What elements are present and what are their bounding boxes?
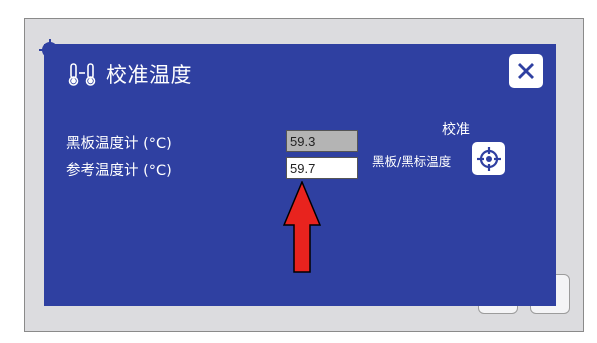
reference-thermometer-label: 参考温度计 (°C) bbox=[66, 163, 172, 179]
close-icon bbox=[518, 63, 534, 79]
crosshair-target-icon bbox=[476, 146, 501, 171]
blackpanel-temperature-value: 59.3 bbox=[286, 130, 358, 152]
calibrate-button[interactable] bbox=[472, 142, 505, 175]
thermometer-icon bbox=[68, 63, 96, 86]
calibration-heading: 校准 bbox=[442, 122, 470, 138]
close-button[interactable] bbox=[509, 54, 543, 88]
reference-temperature-input[interactable]: 59.7 bbox=[286, 157, 358, 179]
calibration-label: 黑板/黑标温度 bbox=[372, 154, 452, 169]
dialog-header: 校准温度 bbox=[66, 59, 192, 89]
red-up-arrow bbox=[283, 181, 321, 273]
blackpanel-thermometer-label: 黑板温度计 (°C) bbox=[66, 136, 172, 152]
dialog-title: 校准温度 bbox=[106, 63, 192, 87]
